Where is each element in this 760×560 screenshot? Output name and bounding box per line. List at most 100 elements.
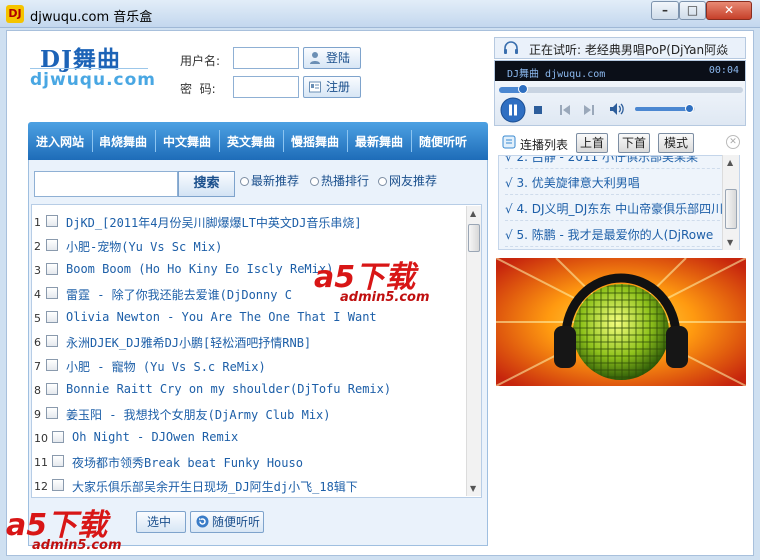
play-mode-button[interactable]: 模式	[658, 133, 694, 153]
song-title-link[interactable]: 姜玉阳 - 我想找个女朋友(DjArmy Club Mix)	[66, 406, 331, 423]
login-button[interactable]: 登陆	[303, 47, 361, 69]
maximize-icon[interactable]: □	[679, 1, 706, 20]
nav-item-medley[interactable]: 串烧舞曲	[99, 133, 147, 150]
song-number: 11	[34, 456, 48, 469]
song-title-link[interactable]: Oh Night - DJOwen Remix	[72, 430, 238, 444]
volume-knob[interactable]	[685, 104, 694, 113]
nav-item-newest[interactable]: 最新舞曲	[355, 133, 403, 150]
playlist-item-label: √ 4. DJ义明_DJ东东 中山帝豪俱乐部四川	[505, 202, 724, 216]
scroll-down-icon[interactable]: ▼	[470, 484, 476, 493]
search-button[interactable]: 搜索	[178, 171, 235, 197]
logo-divider	[30, 68, 148, 69]
song-title-link[interactable]: Boom Boom (Ho Ho Kiny Eo Iscly ReMix)	[66, 262, 333, 276]
nav-separator	[92, 130, 93, 152]
song-title-link[interactable]: Bonnie Raitt Cry on my shoulder(DjTofu R…	[66, 382, 391, 396]
song-title-link[interactable]: 夜场都市领秀Break beat Funky Houso	[72, 454, 303, 471]
nav-item-slow-rock[interactable]: 慢摇舞曲	[291, 133, 339, 150]
song-checkbox[interactable]	[46, 263, 58, 275]
register-button[interactable]: 注册	[303, 76, 361, 98]
password-field[interactable]	[233, 76, 299, 98]
search-input[interactable]	[34, 171, 178, 197]
song-row[interactable]: 11 夜场都市领秀Break beat Funky Houso	[32, 451, 468, 475]
nav-separator	[347, 130, 348, 152]
song-checkbox[interactable]	[46, 407, 58, 419]
playlist-header: 连播列表 上首 下首 模式 ✕	[494, 132, 746, 154]
playlist-scrollbar[interactable]: ▲ ▼	[722, 155, 739, 250]
song-title-link[interactable]: 小肥-宠物(Yu Vs Sc Mix)	[66, 238, 222, 255]
audio-player: DJ舞曲 djwuqu.com 00:04	[494, 60, 746, 126]
tab-user-recommend[interactable]: 网友推荐	[378, 172, 437, 189]
song-title-link[interactable]: 小肥 - 寵物 (Yu Vs S.c ReMix)	[66, 358, 266, 375]
nav-item-random[interactable]: 随便听听	[419, 133, 467, 150]
playlist-item-label: √ 2. 吕静 - 2011 小仔俱乐部吴某某	[505, 155, 699, 164]
nav-item-chinese[interactable]: 中文舞曲	[163, 133, 211, 150]
playlist-item[interactable]: √ 2. 吕静 - 2011 小仔俱乐部吴某某	[505, 155, 725, 169]
close-playlist-icon[interactable]: ✕	[726, 135, 740, 149]
song-row[interactable]: 6 永洲DJEK_DJ雅希DJ小鹏[轻松酒吧抒情RNB]	[32, 331, 468, 355]
song-title-link[interactable]: 大家乐俱乐部吴余开生日现场_DJ阿生dj小飞_18辑下	[72, 478, 358, 495]
song-checkbox[interactable]	[46, 335, 58, 347]
scroll-thumb[interactable]	[468, 224, 480, 252]
scroll-up-icon[interactable]: ▲	[470, 209, 476, 218]
random-listen-label: 随便听听	[212, 515, 261, 529]
song-row[interactable]: 9 姜玉阳 - 我想找个女朋友(DjArmy Club Mix)	[32, 403, 468, 427]
playlist-item[interactable]: √ 5. 陈鹏 - 我才是最爱你的人(DjRowe	[505, 221, 725, 247]
watermark-domain: admin5.com	[32, 538, 122, 553]
song-row[interactable]: 12 大家乐俱乐部吴余开生日现场_DJ阿生dj小飞_18辑下	[32, 475, 468, 497]
playlist-icon	[502, 135, 516, 149]
nav-item-enter-site[interactable]: 进入网站	[36, 133, 84, 150]
song-checkbox[interactable]	[46, 383, 58, 395]
song-checkbox[interactable]	[46, 359, 58, 371]
song-checkbox[interactable]	[52, 455, 64, 467]
playlist-item-label: √ 3. 优美旋律意大利男唱	[505, 176, 640, 190]
song-row[interactable]: 5 Olivia Newton - You Are The One That I …	[32, 307, 468, 331]
song-list-scrollbar[interactable]: ▲ ▼	[466, 206, 481, 496]
user-icon	[310, 52, 320, 64]
seek-knob[interactable]	[518, 84, 529, 94]
song-checkbox[interactable]	[46, 239, 58, 251]
playlist-item[interactable]: √ 4. DJ义明_DJ东东 中山帝豪俱乐部四川	[505, 195, 725, 221]
scroll-up-icon[interactable]: ▲	[727, 158, 733, 167]
pause-icon[interactable]	[500, 97, 526, 123]
tab-latest-recommend[interactable]: 最新推荐	[240, 172, 299, 189]
song-title-link[interactable]: 雷霆 - 除了你我还能去爱谁(DjDonny C	[66, 286, 292, 303]
playlist-item[interactable]: √ 3. 优美旋律意大利男唱	[505, 169, 725, 195]
volume-icon[interactable]	[609, 102, 625, 116]
volume-fill	[635, 107, 689, 111]
song-row[interactable]: 10 Oh Night - DJOwen Remix	[32, 427, 468, 451]
tab-hot-ranking[interactable]: 热播排行	[310, 172, 369, 189]
nav-item-english[interactable]: 英文舞曲	[227, 133, 275, 150]
song-row[interactable]: 1 DjKD_[2011年4月份吴川脚爆爆LT中英文DJ音乐串烧]	[32, 211, 468, 235]
minimize-icon[interactable]: –	[651, 1, 679, 20]
watermark-logo: a5下载 admin5.com	[6, 500, 156, 556]
volume-slider[interactable]	[635, 104, 695, 113]
song-checkbox[interactable]	[52, 479, 64, 491]
previous-track-icon[interactable]	[559, 104, 571, 116]
song-checkbox[interactable]	[46, 311, 58, 323]
song-number: 12	[34, 480, 48, 493]
song-row[interactable]: 7 小肥 - 寵物 (Yu Vs S.c ReMix)	[32, 355, 468, 379]
nav-separator	[411, 130, 412, 152]
song-title-link[interactable]: Olivia Newton - You Are The One That I W…	[66, 310, 377, 324]
tab-label: 热播排行	[321, 174, 370, 188]
song-checkbox[interactable]	[52, 431, 64, 443]
next-song-button[interactable]: 下首	[618, 133, 650, 153]
previous-song-button[interactable]: 上首	[576, 133, 608, 153]
scroll-down-icon[interactable]: ▼	[727, 238, 733, 247]
username-field[interactable]	[233, 47, 299, 69]
seek-bar[interactable]	[499, 84, 743, 94]
next-track-icon[interactable]	[583, 104, 595, 116]
headphones-icon	[504, 41, 518, 54]
site-logo[interactable]: DJ舞曲 djwuqu.com	[26, 40, 155, 98]
song-row[interactable]: 8 Bonnie Raitt Cry on my shoulder(DjTofu …	[32, 379, 468, 403]
stop-icon[interactable]	[533, 105, 543, 115]
song-title-link[interactable]: 永洲DJEK_DJ雅希DJ小鹏[轻松酒吧抒情RNB]	[66, 334, 311, 351]
song-checkbox[interactable]	[46, 287, 58, 299]
song-title-link[interactable]: DjKD_[2011年4月份吴川脚爆爆LT中英文DJ音乐串烧]	[66, 214, 362, 231]
register-card-icon	[309, 81, 321, 93]
random-listen-button[interactable]: 随便听听	[190, 511, 264, 533]
scroll-thumb[interactable]	[725, 189, 737, 229]
close-icon[interactable]: ✕	[706, 1, 752, 20]
song-checkbox[interactable]	[46, 215, 58, 227]
register-button-label: 注册	[326, 80, 351, 94]
